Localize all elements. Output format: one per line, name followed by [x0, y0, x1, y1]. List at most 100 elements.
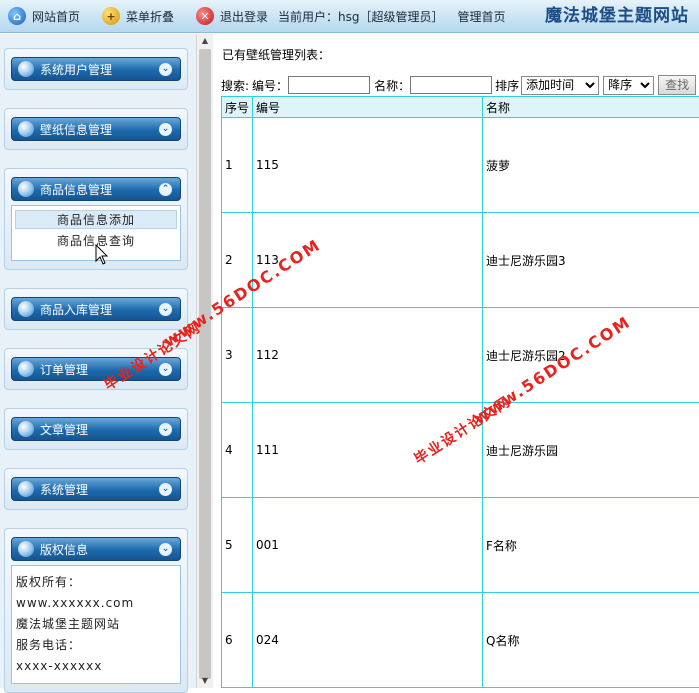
current-user-text: 当前用户：hsg［超级管理员］	[278, 0, 443, 33]
menu-bullet-icon	[18, 541, 34, 557]
menu-bullet-icon	[18, 421, 34, 437]
menu-header-label: 版权信息	[40, 541, 88, 558]
table-header-row: 序号 编号 名称	[222, 97, 699, 118]
list-title: 已有壁纸管理列表：	[222, 46, 330, 63]
column-header-name: 名称	[483, 97, 699, 118]
admin-home-label: 管理首页	[458, 8, 506, 25]
cell-seq: 2	[222, 213, 253, 308]
chevron-down-icon: ⌄	[159, 543, 172, 556]
table-row[interactable]: 5 001 F名称	[222, 498, 699, 593]
menu-header-stock-in[interactable]: 商品入库管理 ⌄	[11, 297, 181, 321]
cell-name: 迪士尼游乐园3	[483, 213, 699, 308]
menu-header-copyright[interactable]: 版权信息 ⌄	[11, 537, 181, 561]
table-row[interactable]: 4 111 迪士尼游乐园	[222, 403, 699, 498]
scroll-down-icon[interactable]: ▼	[197, 674, 213, 688]
top-toolbar: ⌂ 网站首页 + 菜单折叠 ✕ 退出登录 当前用户：hsg［超级管理员］ 管理首…	[0, 0, 699, 33]
cell-seq: 3	[222, 308, 253, 403]
menu-group-copyright: 版权信息 ⌄ 版权所有： www.xxxxxx.com 魔法城堡主题网站 服务电…	[4, 528, 188, 693]
sidebar: 系统用户管理 ⌄ 壁纸信息管理 ⌄ 商品信息管理 ⌃ 商品信息添加 商品信息查询…	[0, 34, 196, 688]
menu-bullet-icon	[18, 61, 34, 77]
sort-label: 排序	[495, 77, 519, 94]
wallpaper-table: 序号 编号 名称 1 115 菠萝 2 113 迪士尼游乐园3 3 112 迪士…	[221, 96, 699, 688]
cell-code: 113	[253, 213, 483, 308]
copyright-line: 版权所有：	[16, 572, 176, 593]
cell-code: 111	[253, 403, 483, 498]
cell-seq: 6	[222, 593, 253, 688]
menu-header-system[interactable]: 系统管理 ⌄	[11, 477, 181, 501]
menu-header-wallpaper[interactable]: 壁纸信息管理 ⌄	[11, 117, 181, 141]
cell-name: F名称	[483, 498, 699, 593]
sidebar-scrollbar[interactable]: ▲ ▼	[196, 34, 213, 688]
plus-icon: +	[102, 7, 120, 25]
scrollbar-thumb[interactable]	[199, 49, 211, 679]
scroll-up-icon[interactable]: ▲	[197, 34, 213, 48]
table-row[interactable]: 2 113 迪士尼游乐园3	[222, 213, 699, 308]
code-search-input[interactable]	[288, 76, 370, 94]
chevron-down-icon: ⌄	[159, 483, 172, 496]
home-label: 网站首页	[32, 8, 80, 25]
menu-group-orders: 订单管理 ⌄	[4, 348, 188, 390]
menu-bullet-icon	[18, 481, 34, 497]
chevron-down-icon: ⌄	[159, 303, 172, 316]
name-search-input[interactable]	[410, 76, 492, 94]
logout-label: 退出登录	[220, 8, 268, 25]
copyright-line: www.xxxxxx.com	[16, 593, 176, 614]
menu-bullet-icon	[18, 361, 34, 377]
menu-header-label: 壁纸信息管理	[40, 121, 112, 138]
mouse-cursor-icon	[95, 244, 109, 266]
home-icon: ⌂	[8, 7, 26, 25]
chevron-down-icon: ⌄	[159, 63, 172, 76]
chevron-down-icon: ⌄	[159, 123, 172, 136]
menu-group-system: 系统管理 ⌄	[4, 468, 188, 510]
menu-group-articles: 文章管理 ⌄	[4, 408, 188, 450]
main-content: 已有壁纸管理列表： 搜索: 编号： 名称： 排序 添加时间 降序 查找 序号 编…	[214, 34, 699, 688]
copyright-line: 魔法城堡主题网站	[16, 614, 176, 635]
menu-header-system-users[interactable]: 系统用户管理 ⌄	[11, 57, 181, 81]
table-row[interactable]: 6 024 Q名称	[222, 593, 699, 688]
menu-header-articles[interactable]: 文章管理 ⌄	[11, 417, 181, 441]
search-label: 搜索:	[221, 77, 249, 94]
menu-bullet-icon	[18, 301, 34, 317]
chevron-down-icon: ⌄	[159, 363, 172, 376]
copyright-info: 版权所有： www.xxxxxx.com 魔法城堡主题网站 服务电话： xxxx…	[11, 565, 181, 684]
menu-fold-label: 菜单折叠	[126, 8, 174, 25]
menu-group-wallpaper: 壁纸信息管理 ⌄	[4, 108, 188, 150]
cell-seq: 5	[222, 498, 253, 593]
copyright-line: xxxx-xxxxxx	[16, 656, 176, 677]
copyright-line: 服务电话：	[16, 635, 176, 656]
menu-header-label: 系统用户管理	[40, 61, 112, 78]
table-row[interactable]: 3 112 迪士尼游乐园2	[222, 308, 699, 403]
cell-name: 菠萝	[483, 118, 699, 213]
submenu-item-product-add[interactable]: 商品信息添加	[15, 210, 177, 229]
search-bar: 搜索: 编号： 名称： 排序 添加时间 降序 查找	[221, 74, 696, 96]
table-row[interactable]: 1 115 菠萝	[222, 118, 699, 213]
admin-home-link[interactable]: 管理首页	[458, 0, 506, 33]
site-title: 魔法城堡主题网站	[545, 0, 699, 33]
menu-fold-link[interactable]: + 菜单折叠	[102, 0, 174, 33]
chevron-up-icon: ⌃	[159, 183, 172, 196]
menu-header-label: 文章管理	[40, 421, 88, 438]
cell-seq: 1	[222, 118, 253, 213]
column-header-seq: 序号	[222, 97, 253, 118]
column-header-code: 编号	[253, 97, 483, 118]
cell-code: 001	[253, 498, 483, 593]
cell-name: 迪士尼游乐园2	[483, 308, 699, 403]
home-link[interactable]: ⌂ 网站首页	[8, 0, 80, 33]
cell-name: 迪士尼游乐园	[483, 403, 699, 498]
name-label: 名称：	[374, 77, 410, 94]
menu-header-product[interactable]: 商品信息管理 ⌃	[11, 177, 181, 201]
logout-link[interactable]: ✕ 退出登录	[196, 0, 268, 33]
menu-group-system-users: 系统用户管理 ⌄	[4, 48, 188, 90]
menu-bullet-icon	[18, 121, 34, 137]
sort-field-select[interactable]: 添加时间	[521, 76, 599, 95]
sort-order-select[interactable]: 降序	[603, 76, 654, 95]
menu-group-stock-in: 商品入库管理 ⌄	[4, 288, 188, 330]
menu-header-label: 系统管理	[40, 481, 88, 498]
menu-header-label: 商品信息管理	[40, 181, 112, 198]
code-label: 编号：	[252, 77, 288, 94]
menu-header-orders[interactable]: 订单管理 ⌄	[11, 357, 181, 381]
search-button[interactable]: 查找	[658, 75, 696, 95]
cell-name: Q名称	[483, 593, 699, 688]
cell-code: 024	[253, 593, 483, 688]
menu-bullet-icon	[18, 181, 34, 197]
